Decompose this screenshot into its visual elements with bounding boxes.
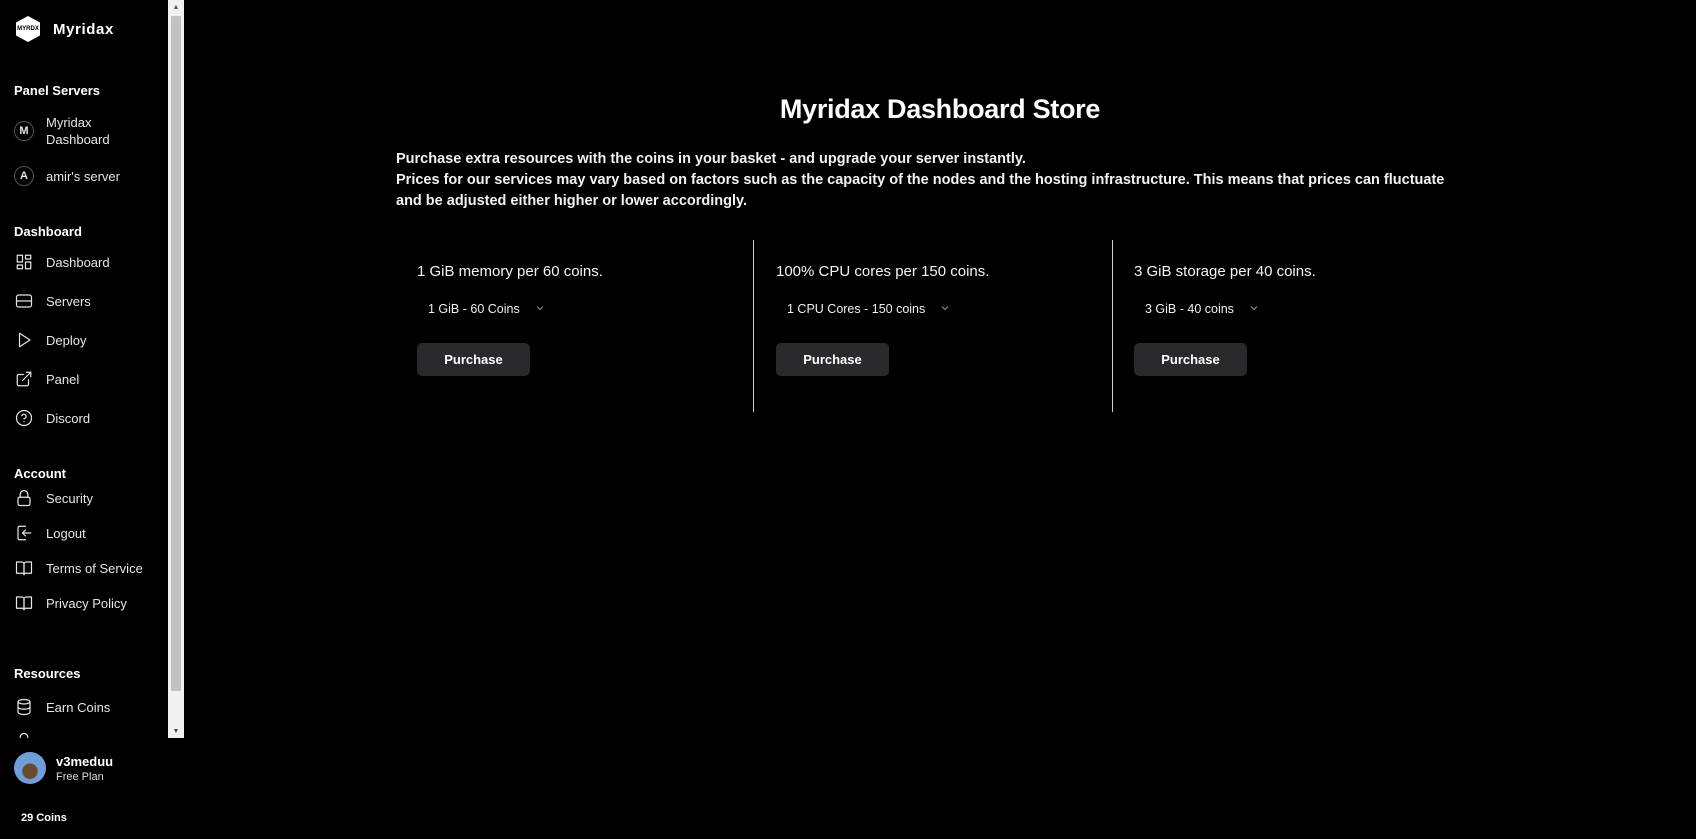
sidebar-item-partial[interactable] bbox=[14, 731, 46, 738]
page-title: Myridax Dashboard Store bbox=[779, 94, 1101, 124]
server-label: amir's server bbox=[46, 168, 120, 184]
sidebar-item-label: Privacy Policy bbox=[46, 595, 127, 611]
scroll-up-icon[interactable]: ▲ bbox=[168, 0, 184, 14]
chevron-down-icon bbox=[939, 302, 951, 317]
logo-icon: MYRDX bbox=[16, 16, 40, 42]
lock-icon bbox=[14, 488, 34, 508]
card-divider bbox=[1112, 240, 1113, 412]
chevron-down-icon bbox=[534, 302, 546, 317]
sidebar-item-label: Earn Coins bbox=[46, 699, 111, 715]
sidebar-item-deploy[interactable]: Deploy bbox=[14, 330, 86, 350]
scroll-down-icon[interactable]: ▼ bbox=[168, 724, 184, 738]
scroll-thumb[interactable] bbox=[171, 16, 181, 691]
user-plan: Free Plan bbox=[56, 770, 104, 783]
sidebar-item-label: Security bbox=[46, 490, 93, 506]
card-divider bbox=[753, 240, 754, 412]
user-card[interactable]: v3meduu Free Plan bbox=[14, 752, 113, 784]
avatar bbox=[14, 752, 46, 784]
chevron-down-icon bbox=[1248, 302, 1260, 317]
sidebar: MYRDX Myridax Panel Servers M Myridax Da… bbox=[0, 0, 184, 839]
sidebar-scroll-area: MYRDX Myridax Panel Servers M Myridax Da… bbox=[0, 0, 184, 738]
book-icon bbox=[14, 593, 34, 613]
cpu-select[interactable]: 1 CPU Cores - 150 coins bbox=[776, 296, 951, 322]
sidebar-item-label: Logout bbox=[46, 525, 86, 541]
sidebar-item-privacy[interactable]: Privacy Policy bbox=[14, 593, 127, 613]
coin-balance: 29 Coins bbox=[21, 812, 67, 824]
purchase-cpu-button[interactable]: Purchase bbox=[776, 343, 889, 376]
server-badge: A bbox=[14, 166, 34, 186]
sidebar-item-logout[interactable]: Logout bbox=[14, 523, 86, 543]
section-account: Account bbox=[14, 466, 66, 481]
logo-text-mark: MYRDX bbox=[17, 26, 39, 32]
sidebar-item-label: Terms of Service bbox=[46, 560, 143, 576]
main-content: Myridax Dashboard Store Purchase extra r… bbox=[184, 0, 1696, 839]
select-value: 1 CPU Cores - 150 coins bbox=[787, 302, 926, 316]
select-value: 1 GiB - 60 Coins bbox=[428, 302, 520, 316]
server-badge: M bbox=[14, 121, 34, 141]
card-title: 3 GiB storage per 40 coins. bbox=[1134, 263, 1316, 280]
card-title: 100% CPU cores per 150 coins. bbox=[776, 263, 990, 280]
brand[interactable]: MYRDX Myridax bbox=[16, 16, 114, 42]
user-info: v3meduu Free Plan bbox=[56, 754, 113, 783]
user-name: v3meduu bbox=[56, 753, 114, 769]
section-panel-servers: Panel Servers bbox=[14, 83, 101, 98]
store-card-memory: 1 GiB memory per 60 coins. 1 GiB - 60 Co… bbox=[417, 240, 737, 412]
purchase-storage-button[interactable]: Purchase bbox=[1134, 343, 1247, 376]
section-dashboard: Dashboard bbox=[14, 224, 82, 239]
coins-stack-icon bbox=[14, 697, 34, 717]
store-intro: Purchase extra resources with the coins … bbox=[396, 149, 1466, 212]
store-card-cpu: 100% CPU cores per 150 coins. 1 CPU Core… bbox=[776, 240, 1096, 412]
server-item-myridax[interactable]: M Myridax Dashboard bbox=[14, 114, 126, 148]
sidebar-item-label: Servers bbox=[46, 293, 91, 309]
sidebar-item-label: Dashboard bbox=[46, 254, 110, 270]
storage-select[interactable]: 3 GiB - 40 coins bbox=[1134, 296, 1260, 322]
sidebar-item-security[interactable]: Security bbox=[14, 488, 93, 508]
card-title: 1 GiB memory per 60 coins. bbox=[417, 263, 603, 280]
lock-icon bbox=[14, 731, 34, 738]
play-icon bbox=[14, 330, 34, 350]
help-circle-icon bbox=[14, 408, 34, 428]
sidebar-item-label: Deploy bbox=[46, 332, 87, 348]
select-value: 3 GiB - 40 coins bbox=[1145, 302, 1234, 316]
brand-name: Myridax bbox=[53, 20, 114, 38]
dashboard-icon bbox=[14, 252, 34, 272]
sidebar-scrollbar[interactable]: ▲ ▼ bbox=[168, 0, 184, 738]
sidebar-item-label: Panel bbox=[46, 371, 80, 387]
server-item-amir[interactable]: A amir's server bbox=[14, 166, 120, 186]
intro-line-1: Purchase extra resources with the coins … bbox=[396, 151, 1026, 167]
sidebar-item-panel[interactable]: Panel bbox=[14, 369, 79, 389]
book-icon bbox=[14, 558, 34, 578]
server-label: Myridax Dashboard bbox=[46, 115, 110, 147]
intro-line-2: Prices for our services may vary based o… bbox=[396, 172, 1445, 209]
sidebar-item-earn-coins[interactable]: Earn Coins bbox=[14, 697, 110, 717]
sidebar-item-dashboard[interactable]: Dashboard bbox=[14, 252, 110, 272]
sidebar-item-discord[interactable]: Discord bbox=[14, 408, 90, 428]
store-card-storage: 3 GiB storage per 40 coins. 3 GiB - 40 c… bbox=[1134, 240, 1454, 412]
logout-icon bbox=[14, 523, 34, 543]
purchase-memory-button[interactable]: Purchase bbox=[417, 343, 530, 376]
external-link-icon bbox=[14, 369, 34, 389]
sidebar-item-terms[interactable]: Terms of Service bbox=[14, 558, 143, 578]
section-resources: Resources bbox=[14, 666, 81, 681]
servers-icon bbox=[14, 291, 34, 311]
sidebar-item-label: Discord bbox=[46, 410, 91, 426]
memory-select[interactable]: 1 GiB - 60 Coins bbox=[417, 296, 546, 322]
sidebar-item-servers[interactable]: Servers bbox=[14, 291, 91, 311]
